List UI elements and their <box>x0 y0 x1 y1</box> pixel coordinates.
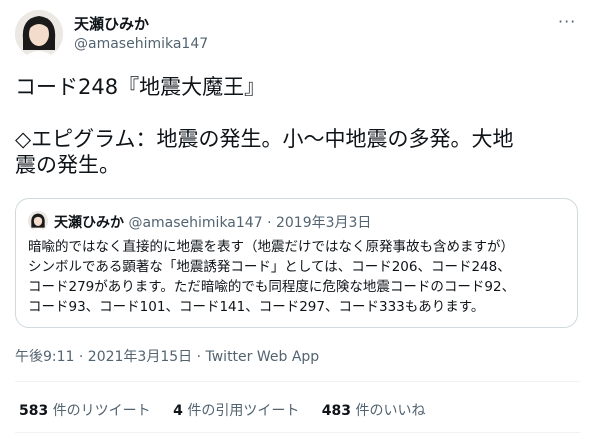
quoted-avatar <box>28 211 48 231</box>
avatar[interactable] <box>15 10 63 58</box>
likes-label: 件のいいね <box>355 403 426 419</box>
likes-stat[interactable]: 483 件のいいね <box>322 403 426 419</box>
more-options-icon[interactable]: ··· <box>558 12 576 31</box>
engagement-stats: 583 件のリツイート 4 件の引用ツイート 483 件のいいね <box>19 400 443 420</box>
retweets-stat[interactable]: 583 件のリツイート <box>19 403 155 419</box>
quoted-date: 2019年3月3日 <box>275 215 372 231</box>
quoted-author-handle: @amasehimika147 <box>128 215 263 231</box>
quotes-count: 4 <box>173 403 183 419</box>
divider <box>15 432 580 433</box>
quoted-tweet[interactable]: 天瀬ひみか @amasehimika147 · 2019年3月3日 暗喩的ではな… <box>15 198 578 328</box>
divider <box>15 381 580 382</box>
quoted-header: 天瀬ひみか @amasehimika147 · 2019年3月3日 <box>54 212 371 232</box>
author-handle[interactable]: @amasehimika147 <box>74 36 208 52</box>
quoted-author-name: 天瀬ひみか <box>54 215 124 231</box>
quoted-separator: · <box>267 215 272 231</box>
author-name[interactable]: 天瀬ひみか <box>74 13 149 34</box>
tweet-timestamp[interactable]: 午後9:11 · 2021年3月15日 · Twitter Web App <box>15 346 319 366</box>
retweets-label: 件のリツイート <box>52 403 151 419</box>
quoted-text: 暗喩的ではなく直接的に地震を表す（地震だけではなく原発事故も含めますが） シンボ… <box>28 239 516 315</box>
quotes-stat[interactable]: 4 件の引用ツイート <box>173 403 304 419</box>
retweets-count: 583 <box>19 403 49 419</box>
likes-count: 483 <box>321 403 352 419</box>
tweet-text: コード248『地震大魔王』 ◇エピグラム：地震の発生。小〜中地震の多発。大地 震… <box>15 75 514 177</box>
quotes-label: 件の引用ツイート <box>187 403 300 419</box>
